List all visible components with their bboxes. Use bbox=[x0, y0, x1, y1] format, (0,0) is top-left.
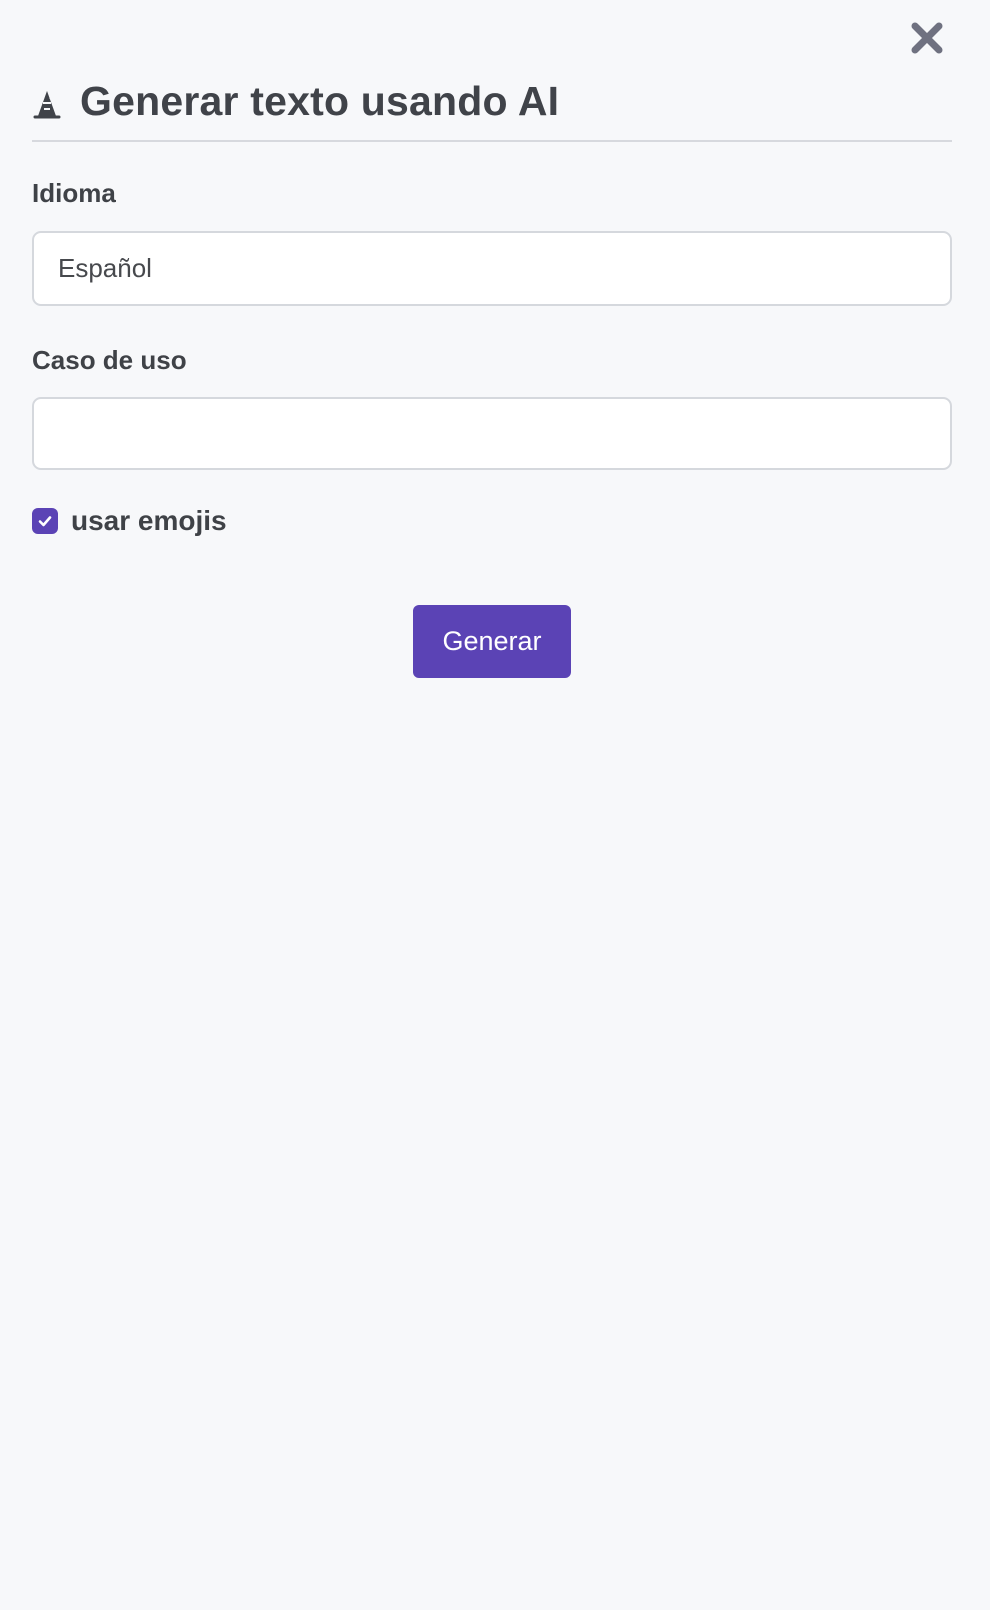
checkmark-icon bbox=[38, 516, 52, 527]
close-icon bbox=[911, 22, 943, 54]
use-emojis-checkbox[interactable] bbox=[32, 508, 58, 534]
generate-button[interactable]: Generar bbox=[413, 605, 571, 678]
use-case-input[interactable] bbox=[32, 397, 952, 470]
use-emojis-row[interactable]: usar emojis bbox=[32, 506, 227, 536]
language-label: Idioma bbox=[32, 178, 116, 208]
use-case-label: Caso de uso bbox=[32, 345, 187, 375]
modal-title: Generar texto usando AI bbox=[80, 78, 560, 124]
wizard-hat-icon bbox=[32, 88, 62, 122]
modal-header: Generar texto usando AI bbox=[32, 74, 952, 142]
use-emojis-label: usar emojis bbox=[71, 505, 227, 536]
close-button[interactable] bbox=[910, 20, 944, 56]
language-input[interactable] bbox=[32, 231, 952, 306]
